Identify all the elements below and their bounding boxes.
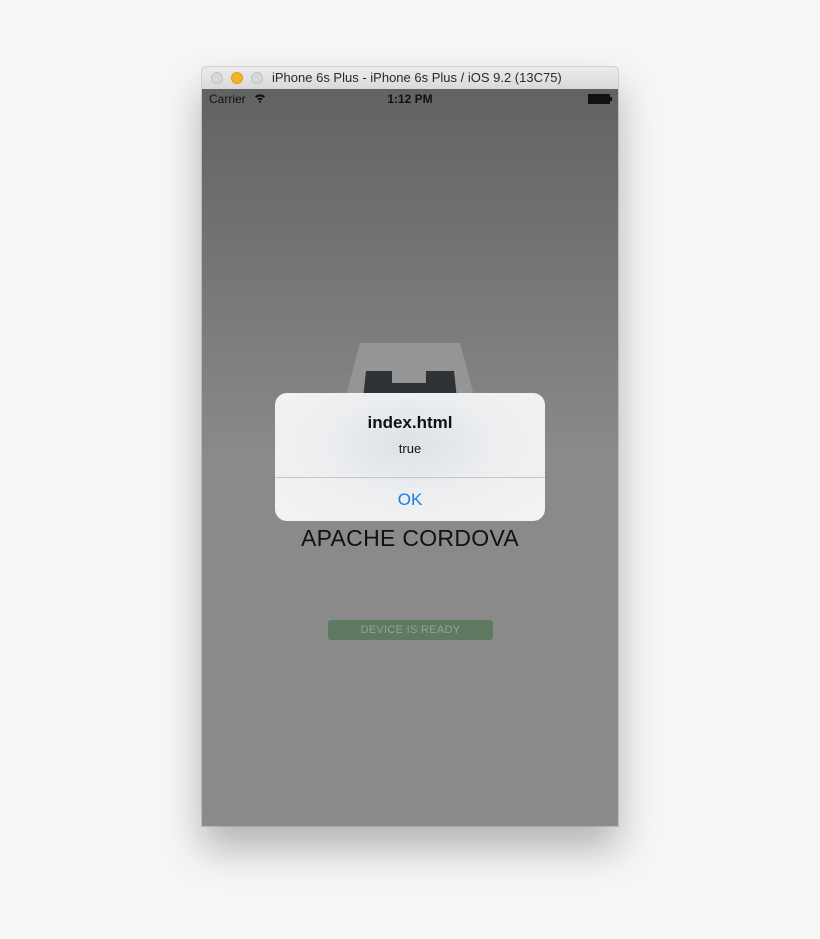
battery-icon bbox=[588, 94, 612, 104]
close-button[interactable] bbox=[211, 72, 223, 84]
status-time: 1:12 PM bbox=[387, 92, 433, 106]
ok-button[interactable]: OK bbox=[275, 478, 545, 521]
minimize-button[interactable] bbox=[231, 72, 243, 84]
alert-dialog: index.html true OK bbox=[275, 393, 545, 521]
device-screen: Carrier 1:12 PM APACHE CORDOVA DEVICE IS… bbox=[202, 89, 618, 826]
status-badge: DEVICE IS READY bbox=[328, 620, 493, 640]
alert-title: index.html bbox=[367, 413, 453, 432]
app-title: APACHE CORDOVA bbox=[300, 525, 520, 551]
simulator-window: iPhone 6s Plus - iPhone 6s Plus / iOS 9.… bbox=[202, 67, 618, 826]
window-title: iPhone 6s Plus - iPhone 6s Plus / iOS 9.… bbox=[272, 70, 562, 85]
window-titlebar[interactable]: iPhone 6s Plus - iPhone 6s Plus / iOS 9.… bbox=[202, 67, 618, 90]
alert-message: true bbox=[398, 441, 422, 456]
status-bar: Carrier 1:12 PM bbox=[202, 89, 618, 109]
zoom-button[interactable] bbox=[251, 72, 263, 84]
